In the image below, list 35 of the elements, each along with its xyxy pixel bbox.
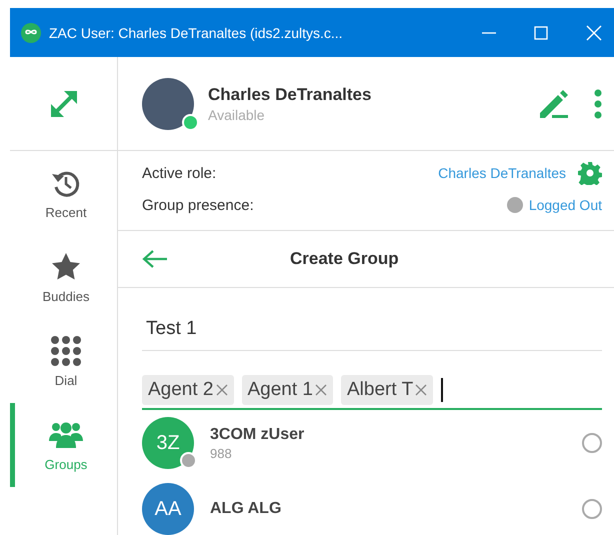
member-tag: Agent 2	[142, 375, 234, 405]
back-arrow-icon[interactable]	[142, 249, 168, 269]
star-icon	[50, 250, 82, 282]
radio-button[interactable]	[582, 433, 602, 453]
contact-name: ALG ALG	[210, 500, 282, 518]
remove-icon[interactable]	[315, 384, 327, 396]
more-options-icon[interactable]	[594, 88, 602, 118]
sidebar-item[interactable]: Buddies	[10, 235, 117, 319]
member-tag: Albert T	[341, 375, 434, 405]
contact-row[interactable]: 3Z 3COM zUser 988	[118, 410, 614, 476]
member-tag: Agent 1	[242, 375, 333, 405]
edit-icon[interactable]	[538, 88, 570, 118]
radio-button[interactable]	[582, 499, 602, 519]
settings-icon[interactable]	[578, 161, 602, 185]
sidebar-item[interactable]: Recent	[10, 151, 117, 235]
active-role-label: Active role:	[142, 164, 218, 182]
remove-icon[interactable]	[415, 384, 428, 396]
window-title: ZAC User: Charles DeTranaltes (ids2.zultys.c...	[49, 24, 344, 40]
contact-avatar: 3Z	[142, 417, 194, 469]
avatar-photo-placeholder	[142, 78, 194, 130]
user-status: Available	[208, 106, 266, 122]
panel-title: Create Group	[290, 249, 399, 269]
app-logo-icon	[21, 22, 41, 42]
close-icon[interactable]	[586, 24, 602, 40]
contact-number: 988	[210, 446, 233, 460]
contact-row[interactable]: AA ALG ALG	[118, 476, 614, 535]
user-name: Charles DeTranaltes	[208, 84, 372, 104]
sidebar-item[interactable]: Dial	[10, 319, 117, 403]
group-presence-label: Group presence:	[142, 196, 255, 214]
contact-name: 3COM zUser	[210, 426, 306, 444]
remove-icon[interactable]	[216, 384, 228, 396]
members-field[interactable]: Agent 2 Agent 1 Albert T	[142, 375, 602, 410]
dialpad-icon	[50, 334, 82, 366]
contact-avatar: AA	[142, 483, 194, 535]
maximize-icon[interactable]	[534, 26, 548, 40]
